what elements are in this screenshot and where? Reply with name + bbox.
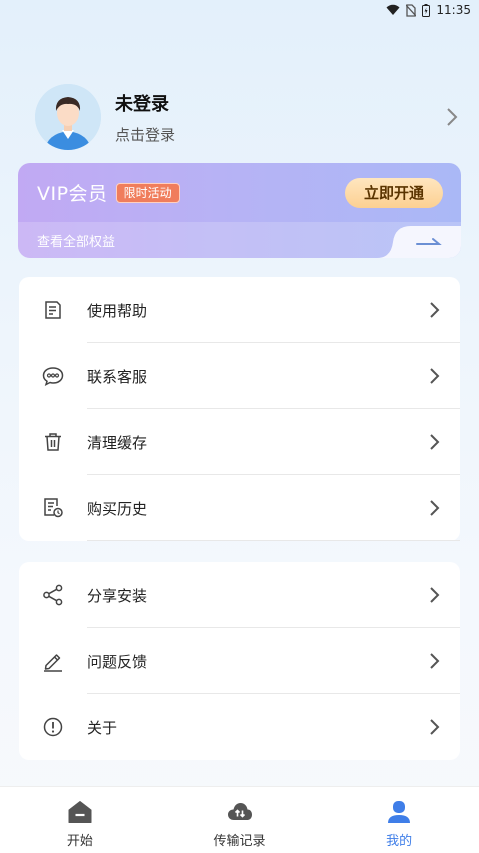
chat-bubble-icon [42, 365, 64, 387]
home-icon [68, 801, 92, 823]
info-icon [42, 716, 64, 738]
vip-subscribe-button[interactable]: 立即开通 [345, 177, 443, 208]
login-prompt[interactable]: 点击登录 [115, 124, 445, 145]
menu-item-clear-cache[interactable]: 清理缓存 [19, 409, 460, 475]
menu-group-secondary: 分享安装 问题反馈 关于 [19, 562, 460, 760]
menu-item-share[interactable]: 分享安装 [19, 562, 460, 628]
menu-item-customer-service[interactable]: 联系客服 [19, 343, 460, 409]
menu-item-label: 联系客服 [87, 367, 148, 386]
cloud-transfer-icon [227, 803, 252, 820]
login-status: 未登录 [115, 93, 169, 115]
menu-item-label: 清理缓存 [87, 433, 148, 452]
nav-label: 我的 [386, 834, 413, 849]
menu-item-label: 分享安装 [87, 586, 148, 605]
menu-item-feedback[interactable]: 问题反馈 [19, 628, 460, 694]
menu-item-about[interactable]: 关于 [19, 694, 460, 760]
nav-label: 传输记录 [213, 834, 266, 849]
chevron-right-icon [430, 719, 440, 735]
vip-card[interactable]: VIP会员 限时活动 立即开通 查看全部权益 [18, 163, 461, 258]
divider [87, 540, 460, 541]
share-icon [42, 584, 64, 606]
avatar[interactable] [35, 84, 101, 150]
vip-title: VIP会员 [37, 183, 108, 205]
menu-item-label: 问题反馈 [87, 652, 148, 671]
trash-icon [42, 431, 64, 453]
bottom-navigation: 开始 传输记录 我的 [0, 786, 479, 853]
chevron-right-icon [430, 434, 440, 450]
status-bar: 11:35 [0, 0, 479, 20]
no-sim-icon [406, 3, 417, 17]
menu-item-help[interactable]: 使用帮助 [19, 277, 460, 343]
chevron-right-icon [430, 653, 440, 669]
profile-header[interactable]: 未登录 点击登录 [35, 84, 459, 150]
chevron-right-icon [430, 302, 440, 318]
chevron-right-icon [430, 587, 440, 603]
vip-promo-badge: 限时活动 [115, 182, 180, 203]
status-time: 11:35 [436, 3, 471, 17]
chevron-right-icon [430, 368, 440, 384]
menu-item-label: 购买历史 [87, 499, 148, 518]
vip-arrow-icon [377, 226, 461, 258]
wifi-icon [386, 4, 400, 15]
menu-item-label: 使用帮助 [87, 301, 148, 320]
menu-group-primary: 使用帮助 联系客服 清理缓存 购买历史 [19, 277, 460, 541]
avatar-person-icon [35, 84, 101, 150]
menu-item-purchase-history[interactable]: 购买历史 [19, 475, 460, 541]
user-icon [388, 801, 411, 823]
vip-benefits-label: 查看全部权益 [37, 234, 116, 250]
battery-icon [422, 3, 431, 17]
chevron-right-icon [447, 108, 458, 126]
chevron-right-icon [430, 500, 440, 516]
nav-tab-mine[interactable]: 我的 [319, 787, 479, 853]
receipt-clock-icon [42, 497, 64, 519]
pen-icon [42, 650, 64, 672]
menu-item-label: 关于 [87, 718, 118, 737]
nav-tab-start[interactable]: 开始 [0, 787, 160, 853]
vip-benefits-link[interactable]: 查看全部权益 [18, 222, 461, 258]
nav-label: 开始 [66, 834, 93, 849]
document-icon [42, 299, 64, 321]
nav-tab-transfers[interactable]: 传输记录 [160, 787, 320, 853]
